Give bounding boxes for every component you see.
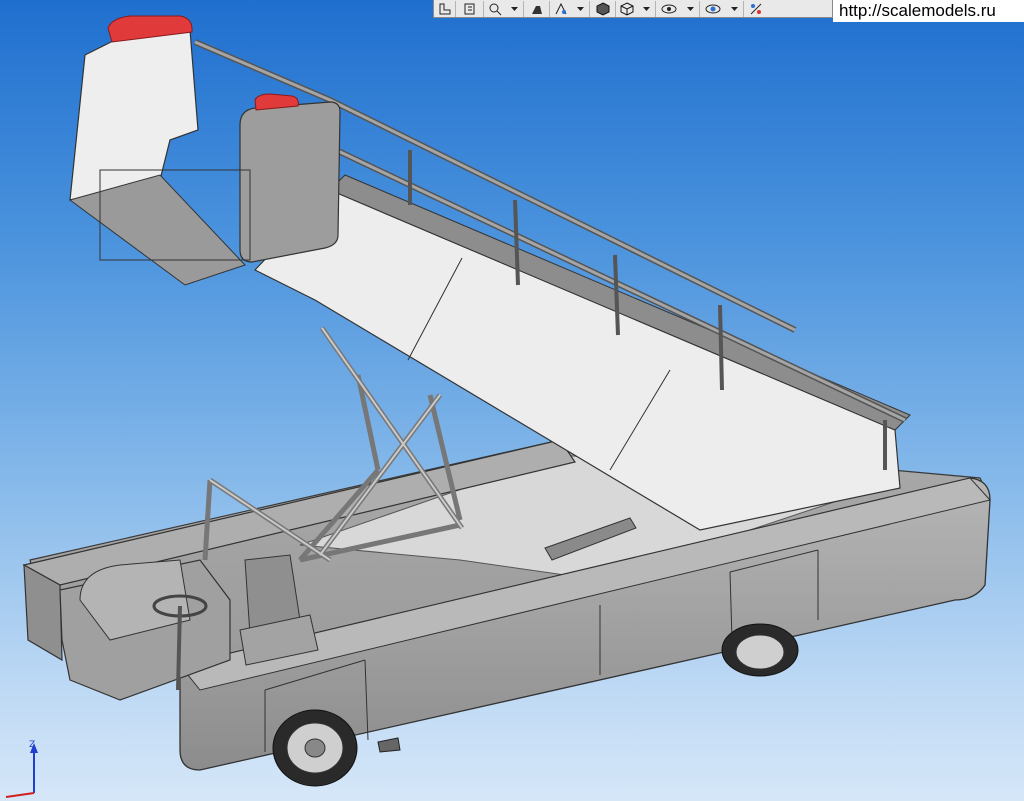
chevron-down-icon bbox=[643, 6, 650, 11]
shaded-button[interactable] bbox=[616, 0, 656, 17]
scene-button[interactable] bbox=[744, 1, 768, 17]
top-platform bbox=[68, 29, 341, 286]
chevron-down-icon bbox=[577, 6, 584, 11]
view-orientation-icon bbox=[464, 3, 474, 14]
wheel-front bbox=[272, 709, 358, 787]
shaded-icon bbox=[620, 1, 634, 16]
visibility-icon bbox=[661, 4, 676, 13]
chevron-down-icon bbox=[686, 6, 694, 11]
appearance-icon bbox=[705, 4, 720, 13]
visibility-button[interactable] bbox=[656, 0, 700, 17]
wheel-rear bbox=[721, 623, 799, 677]
axis-z-label: Z bbox=[29, 740, 35, 750]
section-view-button[interactable] bbox=[434, 0, 456, 17]
view-toolbar bbox=[433, 0, 833, 18]
chevron-down-icon bbox=[730, 6, 738, 11]
section-view-icon bbox=[439, 3, 450, 14]
scene-icon bbox=[750, 3, 762, 14]
watermark-url: http://scalemodels.ru bbox=[833, 0, 1024, 22]
shaded-edges-button[interactable] bbox=[590, 0, 616, 17]
shaded-edges-icon bbox=[596, 1, 609, 16]
axis-triad: Z bbox=[5, 740, 38, 798]
appearance-button[interactable] bbox=[700, 0, 744, 17]
display-style-button[interactable] bbox=[524, 0, 550, 17]
zoom-icon bbox=[489, 3, 502, 15]
display-style-icon bbox=[531, 5, 542, 14]
hide-show-icon bbox=[555, 2, 567, 14]
hide-show-button[interactable] bbox=[550, 0, 590, 17]
chevron-down-icon bbox=[511, 6, 518, 11]
3d-viewport[interactable] bbox=[0, 0, 1024, 801]
zoom-button[interactable] bbox=[484, 0, 524, 17]
support-foot bbox=[377, 737, 401, 753]
view-orientation-button[interactable] bbox=[456, 0, 484, 17]
